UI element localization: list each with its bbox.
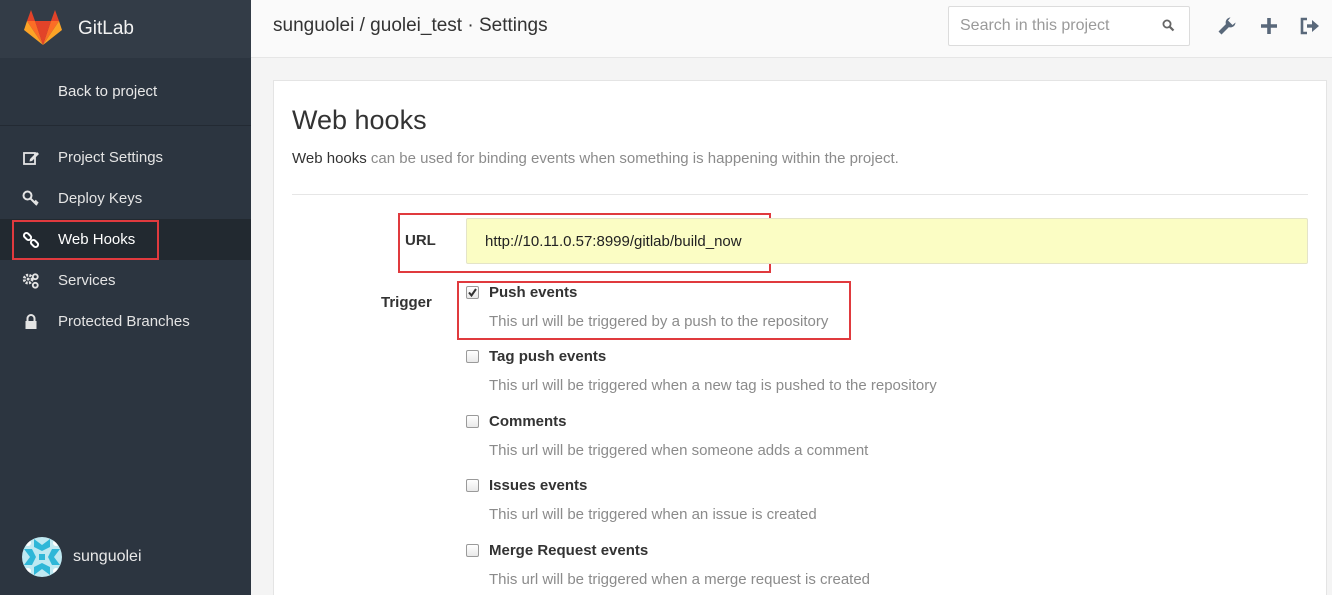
search-box[interactable] (948, 6, 1190, 46)
settings-nav: Project Settings Deploy Keys Web Hooks S… (0, 126, 251, 342)
url-input[interactable] (467, 219, 1307, 263)
top-header: sunguolei / guolei_test · Settings (251, 0, 1332, 58)
sign-out-icon[interactable] (1299, 15, 1321, 37)
event-description: This url will be triggered when a merge … (489, 571, 871, 588)
lock-icon (22, 313, 40, 331)
avatar (22, 537, 62, 577)
plus-icon[interactable] (1258, 15, 1280, 37)
search-icon[interactable] (1162, 19, 1175, 32)
event-name: Tag push events (489, 348, 607, 365)
sidebar-item-deploy-keys[interactable]: Deploy Keys (0, 178, 251, 219)
merge-request-events-checkbox[interactable] (466, 544, 479, 557)
event-description: This url will be triggered by a push to … (489, 313, 829, 330)
url-label: URL (405, 232, 436, 249)
description-text: can be used for binding events when some… (366, 150, 899, 167)
divider (292, 194, 1308, 195)
push-events-checkbox[interactable] (466, 286, 479, 299)
sidebar-item-label: Project Settings (58, 149, 164, 166)
event-description: This url will be triggered when an issue… (489, 506, 817, 523)
brand[interactable]: GitLab (0, 0, 251, 58)
brand-name: GitLab (78, 18, 134, 39)
sidebar-item-project-settings[interactable]: Project Settings (0, 137, 251, 178)
web-hooks-panel: Web hooks Web hooks can be used for bind… (273, 80, 1327, 595)
highlight-box (12, 220, 159, 260)
sidebar: GitLab Back to project Project Settings … (0, 0, 251, 595)
url-field[interactable] (466, 218, 1308, 264)
edit-icon (22, 149, 40, 167)
sidebar-item-label: Deploy Keys (58, 190, 143, 207)
comments-checkbox[interactable] (466, 415, 479, 428)
back-to-project-link[interactable]: Back to project (0, 58, 251, 126)
user-menu[interactable]: sunguolei (22, 537, 142, 577)
sidebar-item-web-hooks[interactable]: Web Hooks (0, 219, 251, 260)
sidebar-item-protected-branches[interactable]: Protected Branches (0, 301, 251, 342)
event-name: Comments (489, 413, 567, 430)
key-icon (22, 190, 40, 208)
wrench-icon[interactable] (1216, 15, 1238, 37)
event-name: Issues events (489, 477, 588, 494)
event-description: This url will be triggered when someone … (489, 442, 869, 459)
section-title: Web hooks (292, 105, 427, 135)
event-name: Push events (489, 284, 578, 301)
sidebar-item-services[interactable]: Services (0, 260, 251, 301)
username: sunguolei (73, 548, 142, 565)
issues-events-checkbox[interactable] (466, 479, 479, 492)
section-description: Web hooks can be used for binding events… (292, 150, 899, 167)
cogs-icon (22, 272, 40, 290)
page-title: sunguolei / guolei_test · Settings (273, 15, 548, 36)
description-emphasis: Web hooks (292, 150, 367, 167)
sidebar-item-label: Protected Branches (58, 313, 190, 330)
tag-push-events-checkbox[interactable] (466, 350, 479, 363)
event-description: This url will be triggered when a new ta… (489, 377, 937, 394)
sidebar-item-label: Services (58, 272, 116, 289)
trigger-label: Trigger (381, 294, 432, 311)
gitlab-logo-icon (24, 10, 62, 45)
event-name: Merge Request events (489, 542, 649, 559)
search-input[interactable] (949, 7, 1149, 45)
